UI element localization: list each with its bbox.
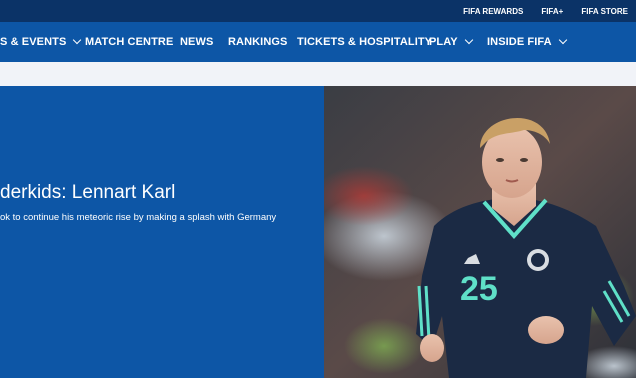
fifa-rewards-link[interactable]: FIFA REWARDS xyxy=(463,7,523,16)
nav-item-rankings[interactable]: RANKINGS xyxy=(228,22,287,62)
nav-label: TICKETS & HOSPITALITY xyxy=(297,36,433,48)
nav-item-news[interactable]: NEWS xyxy=(180,22,213,62)
chevron-down-icon xyxy=(73,35,82,45)
nav-label: PLAY xyxy=(429,36,458,48)
player-photo: 25 xyxy=(324,86,636,378)
chevron-down-icon xyxy=(558,35,567,45)
nav-item-match-centre[interactable]: MATCH CENTRE xyxy=(85,22,173,62)
hero-text-panel[interactable]: derkids: Lennart Karl ok to continue his… xyxy=(0,86,324,378)
nav-label: NEWS xyxy=(180,36,214,48)
nav-label: INSIDE FIFA xyxy=(487,36,552,48)
nav-item-tournaments-events[interactable]: S & EVENTS xyxy=(0,22,82,62)
jersey-number: 25 xyxy=(460,270,498,308)
hero-title[interactable]: derkids: Lennart Karl xyxy=(0,182,175,204)
fifa-plus-link[interactable]: FIFA+ xyxy=(541,7,563,16)
nav-item-tickets-hospitality[interactable]: TICKETS & HOSPITALITY xyxy=(297,22,432,62)
nav-item-inside-fifa[interactable]: INSIDE FIFA xyxy=(487,22,567,62)
nav-item-play[interactable]: PLAY xyxy=(429,22,473,62)
hero-player-image[interactable]: 25 xyxy=(324,86,636,378)
hero-subtitle: ok to continue his meteoric rise by maki… xyxy=(0,212,277,223)
fifa-store-link[interactable]: FIFA STORE xyxy=(581,7,628,16)
main-navigation: S & EVENTS MATCH CENTRE NEWS RANKINGS TI… xyxy=(0,22,636,62)
top-utility-bar: FIFA REWARDS FIFA+ FIFA STORE xyxy=(0,0,636,22)
sub-navigation-bar xyxy=(0,62,636,86)
nav-label: RANKINGS xyxy=(228,36,288,48)
nav-label: MATCH CENTRE xyxy=(85,36,174,48)
chevron-down-icon xyxy=(464,35,473,45)
nav-label: S & EVENTS xyxy=(0,36,67,48)
